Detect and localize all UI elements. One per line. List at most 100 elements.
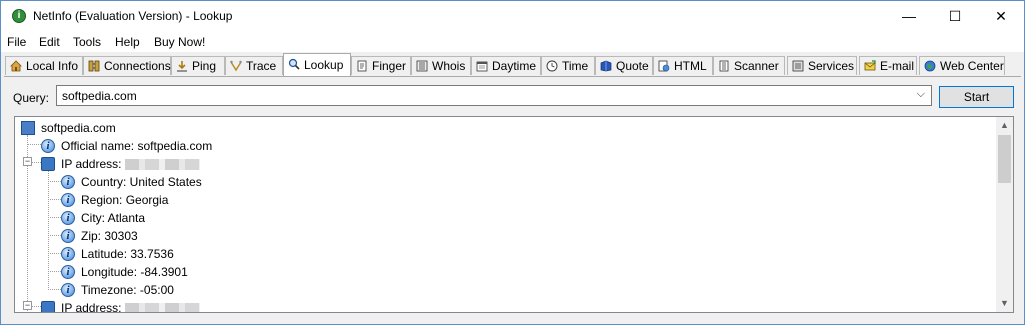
ip-address-label: IP address: <box>61 301 122 313</box>
result-tree[interactable]: softpedia.com i Official name: softpedia… <box>14 116 1014 313</box>
book-icon <box>416 60 428 72</box>
tree-item-label: City: Atlanta <box>81 211 146 225</box>
tab-label: Local Info <box>26 59 79 73</box>
info-icon: i <box>41 139 55 153</box>
tab-label: Services <box>808 59 855 73</box>
tab-label: Finger <box>372 59 407 73</box>
menu-help[interactable]: Help <box>115 35 140 49</box>
quote-book-icon <box>600 60 612 72</box>
info-icon: i <box>61 193 75 207</box>
collapse-toggle[interactable]: − <box>23 157 32 166</box>
info-icon: i <box>61 283 75 297</box>
scroll-down-arrow-icon[interactable]: ▼ <box>996 295 1013 312</box>
maximize-button[interactable]: ☐ <box>932 1 978 31</box>
tree-connector <box>48 271 61 272</box>
menu-bar: File Edit Tools Help Buy Now! <box>1 31 1024 52</box>
start-button[interactable]: Start <box>939 86 1014 108</box>
tab-label: Daytime <box>492 59 537 73</box>
tab-scanner[interactable]: Scanner <box>713 56 785 75</box>
info-icon: i <box>61 175 75 189</box>
chevron-down-icon[interactable]: ⌵ <box>917 88 925 101</box>
redacted-ip-value <box>125 303 201 312</box>
html-icon <box>658 60 670 72</box>
ip-address-label: IP address: <box>61 157 122 171</box>
info-icon: i <box>61 265 75 279</box>
connections-icon <box>88 60 100 72</box>
trace-icon <box>230 60 242 72</box>
tree-item-label: Timezone: -05:00 <box>81 283 174 297</box>
tab-web-center[interactable]: Web Center <box>919 56 1005 75</box>
tab-quote[interactable]: Quote <box>595 56 653 75</box>
tab-label: Ping <box>192 59 217 73</box>
tree-connector <box>48 253 61 254</box>
clock-icon <box>546 60 558 72</box>
query-label: Query: <box>13 91 50 105</box>
ping-icon <box>177 61 187 72</box>
magnifier-icon <box>288 58 300 70</box>
tree-item-label: Longitude: -84.3901 <box>81 265 188 279</box>
tree-connector <box>48 199 61 200</box>
vertical-scrollbar[interactable]: ▲ ▼ <box>996 117 1013 312</box>
globe-icon <box>924 60 936 72</box>
network-address-icon <box>41 301 55 312</box>
tree-connector <box>48 217 61 218</box>
tab-label: Time <box>562 59 589 73</box>
tab-html[interactable]: HTML <box>653 56 713 75</box>
tree-connector <box>48 235 61 236</box>
menu-buy-now[interactable]: Buy Now! <box>154 35 205 49</box>
tab-label: E-mail <box>880 59 915 73</box>
tab-lookup[interactable]: Lookup <box>283 53 351 76</box>
tab-label: Scanner <box>734 59 779 73</box>
tree-item-label: IP address: <box>61 299 201 313</box>
tree-connector <box>27 144 41 145</box>
menu-tools[interactable]: Tools <box>73 35 101 49</box>
tab-ping[interactable]: Ping <box>171 56 225 75</box>
scrollbar-thumb[interactable] <box>998 135 1011 183</box>
computer-icon <box>21 121 35 135</box>
collapse-toggle[interactable]: − <box>23 301 32 310</box>
tree-item-label: Latitude: 33.7536 <box>81 247 174 261</box>
query-combobox[interactable]: softpedia.com ⌵ <box>56 85 932 106</box>
tab-trace[interactable]: Trace <box>225 56 283 75</box>
tree-root-label: softpedia.com <box>41 121 116 135</box>
scroll-up-arrow-icon[interactable]: ▲ <box>996 117 1013 134</box>
netinfo-app-icon[interactable]: i <box>12 9 26 23</box>
scanner-icon <box>719 60 729 72</box>
menu-file[interactable]: File <box>7 35 26 49</box>
redacted-ip-value <box>125 159 201 171</box>
tree-connector <box>48 181 61 182</box>
tab-label: Quote <box>616 59 649 73</box>
tab-label: Web Center <box>940 59 1004 73</box>
minimize-button[interactable]: — <box>886 1 932 31</box>
app-window: i NetInfo (Evaluation Version) - Lookup … <box>0 0 1025 325</box>
menu-edit[interactable]: Edit <box>39 35 60 49</box>
tab-label: Trace <box>246 59 277 73</box>
tree-item-label: Region: Georgia <box>81 193 169 207</box>
tree-item-label: IP address: <box>61 155 201 173</box>
finger-icon <box>357 60 367 72</box>
tree-connector <box>32 306 41 307</box>
tab-whois[interactable]: Whois <box>411 56 471 75</box>
tab-daytime[interactable]: Daytime <box>471 56 541 75</box>
tab-strip: Local Info Connections Ping Trace Lookup… <box>1 53 1024 77</box>
tab-label: Whois <box>432 59 466 73</box>
tab-services[interactable]: Services <box>787 56 857 75</box>
tab-label: HTML <box>674 59 707 73</box>
network-address-icon <box>41 157 55 171</box>
tab-connections[interactable]: Connections <box>83 56 171 75</box>
info-icon: i <box>61 211 75 225</box>
tab-email[interactable]: E-mail <box>859 56 917 75</box>
tab-label: Connections <box>104 59 171 73</box>
tab-local-info[interactable]: Local Info <box>5 56 83 75</box>
services-icon <box>792 60 804 72</box>
tree-item-label: Country: United States <box>81 175 202 189</box>
title-bar[interactable]: i NetInfo (Evaluation Version) - Lookup … <box>1 1 1024 31</box>
tree-item-label: Official name: softpedia.com <box>61 139 213 153</box>
tab-time[interactable]: Time <box>541 56 595 75</box>
house-icon <box>10 60 22 72</box>
close-button[interactable]: ✕ <box>978 1 1024 31</box>
tab-finger[interactable]: Finger <box>351 56 411 75</box>
query-value[interactable]: softpedia.com <box>62 89 137 103</box>
window-title: NetInfo (Evaluation Version) - Lookup <box>33 9 233 23</box>
tree-connector <box>32 162 41 163</box>
